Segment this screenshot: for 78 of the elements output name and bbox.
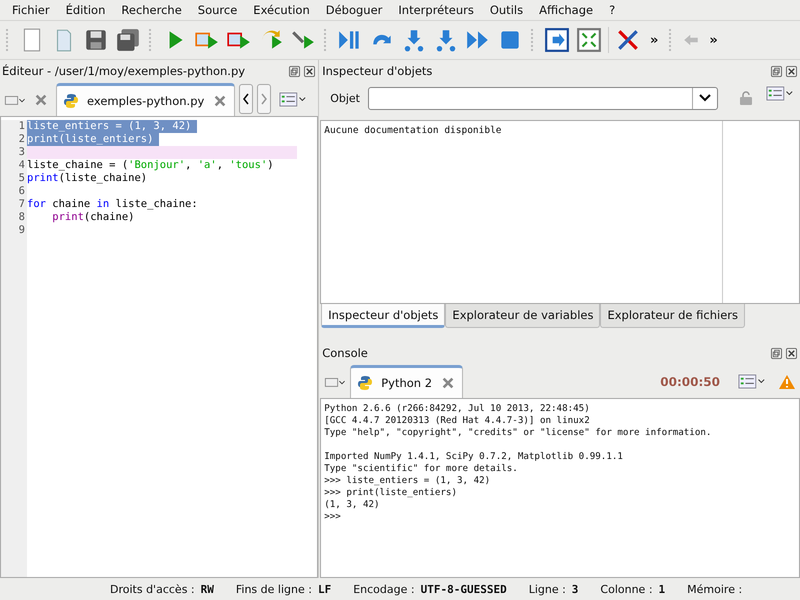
chevron-down-icon <box>699 94 711 102</box>
close-icon[interactable] <box>786 66 797 76</box>
pane-title: Éditeur - /user/1/moy/exemples-python.py <box>2 64 246 78</box>
console-line: (1, 3, 42) <box>324 499 380 511</box>
status-label: Mémoire : <box>687 582 742 596</box>
browse-tabs-icon[interactable] <box>4 93 26 107</box>
status-label: Droits d'accès : <box>110 582 195 596</box>
line-number: 5 <box>18 172 25 185</box>
code-line: liste_chaine = ('Bonjour', 'a', 'tous') <box>27 159 275 172</box>
status-value: RW <box>200 582 214 596</box>
status-label: Colonne : <box>600 582 653 596</box>
line-number: 2 <box>18 133 25 146</box>
console-line: Type "help", "copyright", "credits" or "license" for more information. <box>324 427 712 439</box>
line-number: 8 <box>18 211 25 224</box>
panel-tab[interactable]: Explorateur de fichiers <box>600 304 745 328</box>
line-number: 9 <box>18 224 25 237</box>
overflow-button[interactable]: » <box>647 32 662 48</box>
browse-tabs-icon[interactable] <box>324 375 346 389</box>
pane-title: Console <box>322 346 368 360</box>
menu-item[interactable]: Interpréteurs <box>390 3 482 17</box>
line-number: 3 <box>18 146 25 159</box>
undock-icon[interactable] <box>771 66 782 76</box>
code-line: print(chaine) <box>51 211 136 224</box>
status-label: Fins de ligne : <box>236 582 312 596</box>
menu-item[interactable]: ? <box>601 3 624 17</box>
menu-item[interactable]: Fichier <box>4 3 58 17</box>
line-number: 4 <box>18 159 25 172</box>
options-menu-icon[interactable] <box>279 92 308 107</box>
menu-item[interactable]: Déboguer <box>318 3 390 17</box>
chevron-right-icon <box>260 93 268 105</box>
console-line: >>> print(liste_entiers) <box>324 487 457 499</box>
console-line: Type "scientific" for more details. <box>324 463 518 475</box>
close-icon[interactable] <box>786 348 797 358</box>
undock-icon[interactable] <box>771 348 782 358</box>
console-line: Python 2.6.6 (r266:84292, Jul 10 2013, 22:48:45) <box>324 403 590 415</box>
status-value: 1 <box>658 582 666 596</box>
scroll-left-button[interactable] <box>239 84 254 114</box>
code-line: print(liste_chaine) <box>27 172 148 185</box>
close-icon[interactable] <box>304 66 316 76</box>
menu-item[interactable]: Affichage <box>531 3 602 17</box>
window-arrows-icon[interactable] <box>576 27 602 53</box>
menu-item[interactable]: Source <box>190 3 246 17</box>
console-line: >>> liste_entiers = (1, 3, 42) <box>324 475 490 487</box>
pane-title: Inspecteur d'objets <box>322 64 432 78</box>
status-value: UTF-8-GUESSED <box>420 582 507 596</box>
options-menu-icon[interactable] <box>766 86 794 101</box>
overflow-button[interactable]: » <box>706 32 721 48</box>
console-tab[interactable]: Python 2 <box>350 365 464 398</box>
python-logo-icon <box>357 375 374 391</box>
object-combo-box[interactable] <box>368 86 718 110</box>
menu-item[interactable]: Outils <box>482 3 532 17</box>
status-value: 3 <box>572 582 578 596</box>
field-label: Objet <box>330 92 360 104</box>
console-line: Imported NumPy 1.4.1, SciPy 0.7.2, Matplotlib 0.99.1.1 <box>324 451 623 463</box>
menu-item[interactable]: Exécution <box>245 3 318 17</box>
floppy-disks-icon[interactable] <box>115 27 141 53</box>
warning-icon[interactable] <box>778 374 796 390</box>
menu-item[interactable]: Recherche <box>113 3 190 17</box>
line-number: 7 <box>18 198 25 211</box>
undock-icon[interactable] <box>289 66 300 76</box>
line-number: 1 <box>18 120 25 133</box>
status-label: Encodage : <box>353 582 415 596</box>
console-line: >>> <box>324 511 341 523</box>
elapsed-time: 00:00:50 <box>660 375 720 389</box>
file-tab[interactable]: exemples-python.py <box>56 83 236 116</box>
panel-tab[interactable]: Explorateur de variables <box>445 304 600 328</box>
line-number: 6 <box>18 185 25 198</box>
lock-icon[interactable] <box>738 90 754 106</box>
console-line: [GCC 4.4.7 20120313 (Red Hat 4.4.7-3)] on linux2 <box>324 415 590 427</box>
python-logo-icon <box>63 93 79 109</box>
code-line: for chaine in liste_chaine: <box>27 198 199 211</box>
menu-item[interactable]: Édition <box>58 3 114 17</box>
status-label: Ligne : <box>528 582 566 596</box>
chevron-left-icon <box>242 93 250 105</box>
panel-tab[interactable]: Inspecteur d'objets <box>321 304 446 328</box>
options-menu-icon[interactable] <box>738 374 766 389</box>
status-value: LF <box>318 582 332 596</box>
documentation-text: Aucune documentation disponible <box>324 125 502 136</box>
